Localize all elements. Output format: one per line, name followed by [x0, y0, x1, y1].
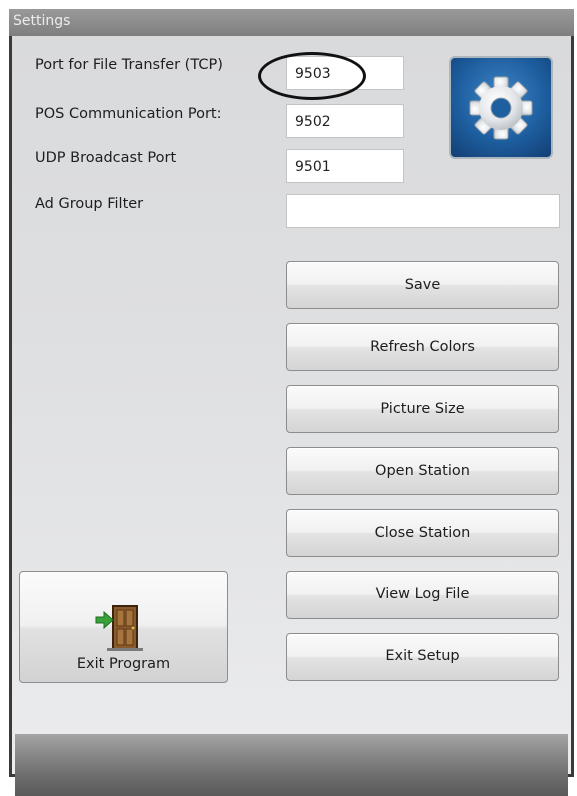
- title-bar[interactable]: Settings: [9, 9, 574, 36]
- highlight-circle-annotation: [258, 52, 366, 100]
- picture-size-button[interactable]: Picture Size: [286, 385, 559, 433]
- status-bar: [15, 734, 568, 796]
- settings-window: Settings Port for File Transfer (TCP) 95…: [9, 9, 574, 796]
- gear-icon: [469, 76, 533, 140]
- save-button[interactable]: Save: [286, 261, 559, 309]
- settings-panel: Port for File Transfer (TCP) 9503 POS Co…: [12, 36, 571, 796]
- open-station-button-label: Open Station: [375, 463, 470, 479]
- view-log-file-button-label: View Log File: [375, 586, 470, 602]
- door-exit-icon: [95, 605, 143, 651]
- udp-broadcast-port-field[interactable]: 9501: [286, 149, 404, 183]
- close-station-button-label: Close Station: [374, 525, 471, 541]
- ad-group-filter-field[interactable]: [286, 194, 560, 228]
- open-station-button[interactable]: Open Station: [286, 447, 559, 495]
- picture-size-button-label: Picture Size: [380, 401, 465, 417]
- view-log-file-button[interactable]: View Log File: [286, 571, 559, 619]
- pos-communication-port-field[interactable]: 9502: [286, 104, 404, 138]
- exit-program-label: Exit Program: [76, 656, 171, 672]
- ad-group-filter-label: Ad Group Filter: [35, 196, 144, 212]
- exit-setup-button-label: Exit Setup: [385, 648, 460, 664]
- refresh-colors-button-label: Refresh Colors: [370, 339, 475, 355]
- udp-broadcast-port-label: UDP Broadcast Port: [35, 150, 177, 166]
- close-station-button[interactable]: Close Station: [286, 509, 559, 557]
- settings-gear-tile: [449, 56, 553, 159]
- exit-program-button[interactable]: Exit Program: [19, 571, 228, 683]
- exit-setup-button[interactable]: Exit Setup: [286, 633, 559, 681]
- file-transfer-port-label: Port for File Transfer (TCP): [35, 57, 223, 73]
- save-button-label: Save: [404, 277, 441, 293]
- pos-communication-port-label: POS Communication Port:: [35, 106, 222, 122]
- refresh-colors-button[interactable]: Refresh Colors: [286, 323, 559, 371]
- window-title: Settings: [13, 13, 71, 29]
